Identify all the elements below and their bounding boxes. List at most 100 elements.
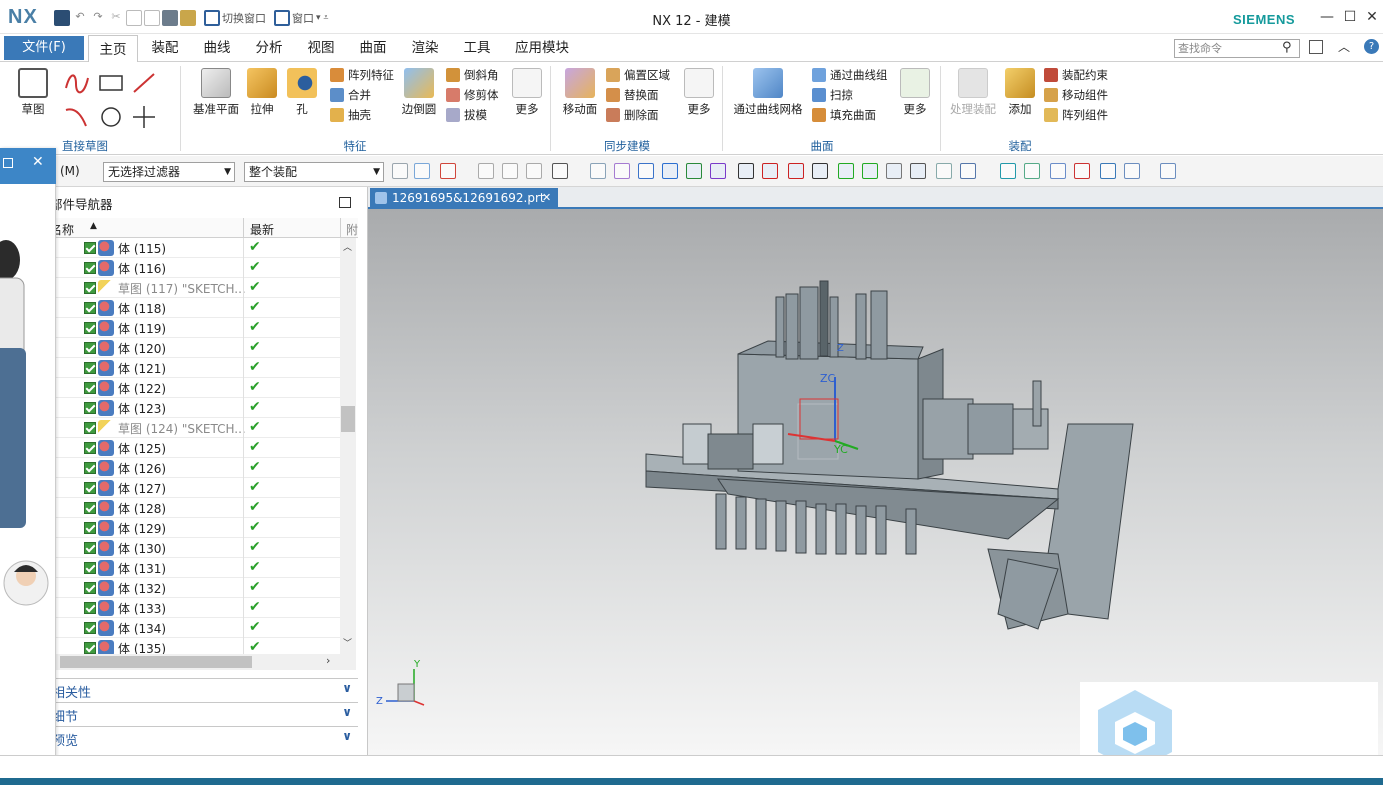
graphics-viewport[interactable]: ZC Z YC Z Y [368,209,1383,755]
fit-view-icon[interactable] [936,163,952,179]
fullscreen-icon[interactable] [1309,40,1323,54]
visibility-checkbox[interactable] [84,502,96,514]
menu-button[interactable]: (M) [60,164,80,178]
tree-row[interactable]: 体 (131) ✔ [50,558,340,578]
rectangle-select-icon[interactable] [552,163,568,179]
delete-face-button[interactable]: 删除面 [606,105,676,125]
select-feature-icon[interactable] [392,163,408,179]
search-icon[interactable]: ⚲ [1282,40,1292,55]
pan-view-icon[interactable] [1024,163,1040,179]
close-tab-icon[interactable]: ✕ [542,188,551,208]
collapse-ribbon-icon[interactable]: ︿ [1338,38,1350,55]
sketch-button[interactable]: 草图 [12,68,54,117]
maximize-button[interactable]: ☐ [1341,8,1359,26]
chamfer-button[interactable]: 倒斜角 [446,65,506,85]
view-filter-icon[interactable] [590,163,606,179]
tab-application[interactable]: 应用模块 [508,34,576,62]
scroll-right-icon[interactable]: › [326,654,330,667]
close-button[interactable]: ✕ [1363,8,1381,26]
shell-button[interactable]: 抽壳 [330,105,400,125]
snap-bounded-icon[interactable] [910,163,926,179]
visibility-checkbox[interactable] [84,522,96,534]
display-mode-icon[interactable] [1124,163,1140,179]
selection-intent-icon[interactable] [526,163,542,179]
tab-curve[interactable]: 曲线 [194,34,240,62]
curve-rule-icon[interactable] [502,163,518,179]
scrollbar-thumb[interactable] [341,406,355,432]
orient-view-icon[interactable] [1100,163,1116,179]
face-rule-icon[interactable] [478,163,494,179]
vertical-scrollbar[interactable]: ︿ ﹀ [340,238,356,654]
render-style-icon[interactable] [1050,163,1066,179]
visibility-checkbox[interactable] [84,322,96,334]
scroll-down-icon[interactable]: ﹀ [343,636,352,649]
tab-render[interactable]: 渲染 [402,34,448,62]
tab-view[interactable]: 视图 [298,34,344,62]
fill-surface-button[interactable]: 填充曲面 [812,105,892,125]
maximize-panel-icon[interactable] [339,197,351,208]
wcs-orient-icon[interactable] [1160,163,1176,179]
snap-arc-center-icon[interactable] [762,163,778,179]
zoom-view-icon[interactable] [960,163,976,179]
maximize-icon[interactable] [3,158,13,168]
visibility-checkbox[interactable] [84,442,96,454]
select-body-icon[interactable] [414,163,430,179]
tree-row[interactable]: 体 (122) ✔ [50,378,340,398]
tree-row[interactable]: 体 (133) ✔ [50,598,340,618]
visibility-checkbox[interactable] [84,382,96,394]
tree-row[interactable]: 体 (128) ✔ [50,498,340,518]
tree-row[interactable]: 体 (120) ✔ [50,338,340,358]
document-tab[interactable]: 12691695&12691692.prt ✕ [370,188,558,209]
hole-button[interactable]: 孔 [284,68,320,117]
tree-row[interactable]: 体 (127) ✔ [50,478,340,498]
snap-midpoint-icon[interactable] [662,163,678,179]
snap-point-icon[interactable] [440,163,456,179]
visibility-checkbox[interactable] [84,482,96,494]
snap-existing-icon[interactable] [838,163,854,179]
visibility-checkbox[interactable] [84,302,96,314]
minimize-button[interactable]: — [1318,8,1336,26]
through-curves-button[interactable]: 通过曲线组 [812,65,892,85]
feature-more-button[interactable]: 更多 [508,68,546,117]
visibility-checkbox[interactable] [84,542,96,554]
extrude-button[interactable]: 拉伸 [244,68,280,117]
assembly-constraint-button[interactable]: 装配约束 [1044,65,1124,85]
column-extra[interactable]: 附 [346,221,358,238]
move-face-button[interactable]: 移动面 [558,68,602,117]
tab-assembly[interactable]: 装配 [142,34,188,62]
edit-section-icon[interactable] [1074,163,1090,179]
visibility-checkbox[interactable] [84,362,96,374]
dependencies-panel[interactable]: 相关性 ∨ [50,678,358,701]
details-panel[interactable]: 细节 ∨ [50,702,358,725]
snap-circle-icon[interactable] [788,163,804,179]
tab-home[interactable]: 主页 [88,35,138,63]
swept-button[interactable]: 扫掠 [812,85,892,105]
tab-surface[interactable]: 曲面 [350,34,396,62]
tree-row[interactable]: 体 (134) ✔ [50,618,340,638]
tree-row[interactable]: 草图 (117) "SKETCH... ✔ [50,278,340,298]
process-assembly-button[interactable]: 处理装配 [948,68,998,117]
sync-more-button[interactable]: 更多 [680,68,718,117]
snap-control-icon[interactable] [686,163,702,179]
visibility-checkbox[interactable] [84,242,96,254]
show-hide-icon[interactable] [614,163,630,179]
column-latest[interactable]: 最新 [250,221,274,238]
visibility-checkbox[interactable] [84,282,96,294]
replace-face-button[interactable]: 替换面 [606,85,676,105]
visibility-checkbox[interactable] [84,582,96,594]
tree-row[interactable]: 体 (121) ✔ [50,358,340,378]
draft-button[interactable]: 拔模 [446,105,506,125]
surface-more-button[interactable]: 更多 [896,68,934,117]
visibility-checkbox[interactable] [84,402,96,414]
tab-analysis[interactable]: 分析 [246,34,292,62]
tree-row[interactable]: 体 (115) ✔ [50,238,340,258]
snap-endpoint-icon[interactable] [638,163,654,179]
tree-row[interactable]: 体 (118) ✔ [50,298,340,318]
snap-intersection-icon[interactable] [710,163,726,179]
scroll-up-icon[interactable]: ︿ [343,240,352,253]
tree-row[interactable]: 体 (123) ✔ [50,398,340,418]
visibility-checkbox[interactable] [84,262,96,274]
close-icon[interactable]: ✕ [32,154,44,170]
tab-tools[interactable]: 工具 [454,34,500,62]
tree-row[interactable]: 体 (130) ✔ [50,538,340,558]
